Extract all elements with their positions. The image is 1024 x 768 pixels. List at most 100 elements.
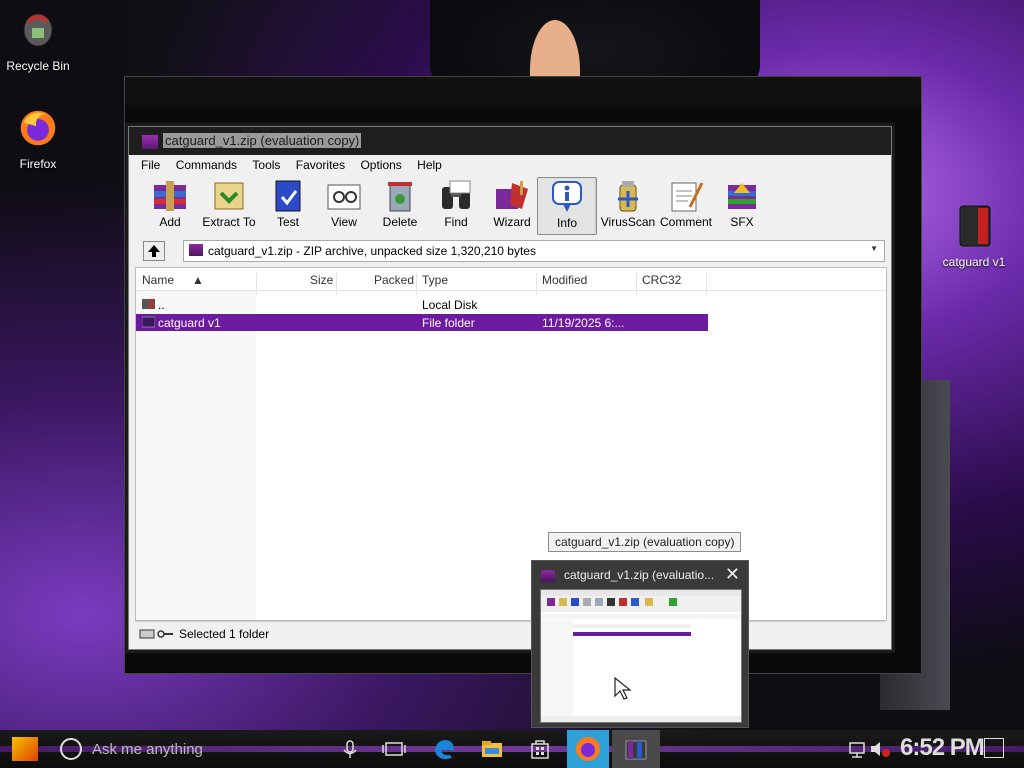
menu-favorites[interactable]: Favorites (290, 156, 351, 172)
mouse-cursor-icon (614, 676, 632, 700)
chevron-down-icon[interactable]: ▼ (870, 244, 878, 253)
name-column-shade (136, 290, 256, 620)
row-name: .. (158, 298, 165, 312)
table-row-selected[interactable]: catguard v1 File folder 11/19/2025 6:... (136, 314, 708, 331)
column-separator[interactable] (706, 273, 707, 295)
clock[interactable]: 6:52 PM (900, 734, 985, 762)
test-label: Test (276, 215, 299, 229)
address-bar: catguard_v1.zip - ZIP archive, unpacked … (135, 239, 885, 263)
column-separator[interactable] (536, 273, 537, 295)
parent-folder-icon (142, 299, 155, 309)
info-label: Info (556, 216, 577, 230)
delete-label: Delete (382, 215, 418, 229)
extract-icon (214, 182, 244, 210)
sfx-button[interactable]: SFX (713, 177, 771, 233)
up-folder-button[interactable] (143, 241, 165, 261)
winrar-app-icon (141, 134, 159, 150)
wizard-button[interactable]: Wizard (483, 177, 541, 233)
action-center-icon[interactable] (984, 738, 1004, 758)
sfx-label: SFX (730, 215, 754, 229)
sfx-icon (728, 183, 756, 209)
column-separator[interactable] (636, 273, 637, 295)
archive-path-field[interactable]: catguard_v1.zip - ZIP archive, unpacked … (183, 240, 885, 262)
menu-file[interactable]: File (135, 156, 166, 172)
taskbar-winrar-button[interactable] (612, 730, 660, 768)
row-modified: 11/19/2025 6:... (542, 316, 625, 330)
window-title: catguard_v1.zip (evaluation copy) (163, 133, 362, 148)
microphone-icon[interactable] (336, 735, 364, 763)
row-type: Local Disk (422, 298, 478, 312)
desktop-icon-recycle-bin[interactable]: Recycle Bin (0, 8, 76, 73)
wizard-icon (496, 181, 528, 209)
outer-window-titlebar (125, 77, 921, 105)
search-box[interactable]: Ask me anything (92, 741, 203, 758)
delete-button[interactable]: Delete (371, 177, 429, 233)
desktop-icon-catguard[interactable]: catguard v1 (936, 204, 1012, 269)
virusscan-icon (618, 181, 638, 212)
menu-bar: File Commands Tools Favorites Options He… (135, 156, 885, 174)
find-binoculars-icon (442, 180, 471, 209)
drive-key-icon (139, 629, 173, 639)
start-button[interactable] (12, 737, 38, 761)
recycle-bin-icon (23, 13, 53, 47)
menu-help[interactable]: Help (411, 156, 448, 172)
info-button[interactable]: Info (537, 177, 597, 235)
column-packed[interactable]: Packed (374, 273, 414, 287)
find-button[interactable]: Find (427, 177, 485, 233)
comment-button[interactable]: Comment (655, 177, 717, 233)
desktop-icon-firefox[interactable]: Firefox (0, 106, 76, 171)
edge-browser-icon[interactable] (430, 735, 458, 763)
volume-muted-icon[interactable] (866, 735, 894, 763)
task-view-icon[interactable] (380, 735, 408, 763)
preview-thumbnail[interactable] (540, 589, 742, 723)
window-thumbnail-image (541, 590, 741, 722)
winrar-app-icon (541, 570, 555, 582)
taskbar-thumbnail-preview[interactable]: catguard_v1.zip (evaluatio... ✕ (531, 560, 749, 728)
winrar-archive-icon (959, 205, 991, 247)
desktop-icon-label: catguard v1 (942, 255, 1006, 269)
row-type: File folder (422, 316, 475, 330)
menu-commands[interactable]: Commands (170, 156, 243, 172)
test-button[interactable]: Test (259, 177, 317, 233)
extract-to-label: Extract To (202, 215, 256, 229)
preview-title: catguard_v1.zip (evaluatio... (564, 568, 715, 582)
table-row[interactable]: .. Local Disk (136, 296, 708, 313)
up-arrow-icon (148, 245, 160, 257)
toolbar: Add Extract To Test View Delete Find Wiz… (135, 175, 885, 237)
column-size[interactable]: Size (310, 273, 333, 287)
window-titlebar[interactable]: catguard_v1.zip (evaluation copy) (129, 127, 891, 155)
column-separator[interactable] (256, 273, 257, 295)
folder-icon (142, 316, 155, 328)
view-button[interactable]: View (315, 177, 373, 233)
add-label: Add (159, 215, 181, 229)
archive-path-text: catguard_v1.zip - ZIP archive, unpacked … (208, 244, 536, 258)
menu-options[interactable]: Options (354, 156, 407, 172)
virusscan-button[interactable]: VirusScan (597, 177, 659, 233)
add-button[interactable]: Add (141, 177, 199, 233)
column-modified[interactable]: Modified (542, 273, 587, 287)
menu-tools[interactable]: Tools (246, 156, 286, 172)
taskbar-firefox-button[interactable] (567, 730, 609, 768)
status-text: Selected 1 folder (179, 627, 270, 641)
info-icon (552, 181, 582, 212)
toolbar-separator (595, 179, 596, 231)
virusscan-label: VirusScan (600, 215, 656, 229)
desktop-icon-label: Firefox (19, 157, 57, 171)
taskbar-tooltip: catguard_v1.zip (evaluation copy) (548, 532, 742, 552)
column-separator[interactable] (336, 273, 337, 295)
column-type[interactable]: Type (422, 273, 448, 287)
column-separator[interactable] (416, 273, 417, 295)
column-name[interactable]: Name (142, 273, 174, 287)
comment-icon (671, 182, 704, 212)
cortana-search-icon[interactable] (60, 738, 82, 760)
store-icon[interactable] (526, 735, 554, 763)
status-bar: Selected 1 folder (135, 621, 885, 646)
file-explorer-icon[interactable] (478, 735, 506, 763)
extract-to-button[interactable]: Extract To (199, 177, 259, 233)
column-crc32[interactable]: CRC32 (642, 273, 681, 287)
firefox-icon (576, 737, 600, 761)
row-name: catguard v1 (158, 316, 221, 330)
sort-ascending-icon: ▲ (192, 273, 204, 287)
archive-icon (189, 244, 203, 256)
close-icon[interactable]: ✕ (725, 564, 740, 585)
